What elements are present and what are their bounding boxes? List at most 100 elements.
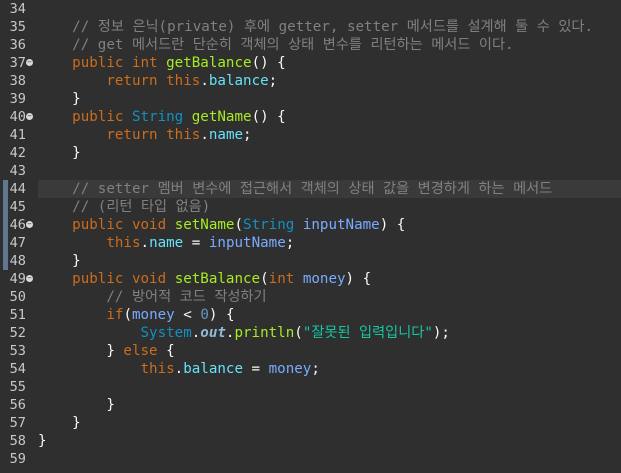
code-token: money: [268, 361, 312, 377]
code-line[interactable]: // 방어적 코드 작성하기: [38, 288, 621, 306]
code-line[interactable]: [38, 378, 621, 396]
code-line[interactable]: public String getName() {: [38, 108, 621, 126]
code-line[interactable]: }: [38, 144, 621, 162]
code-editor[interactable]: 34 35 36 37−38 39 40−41 42 43 44 45 46−47 48 49−50 51…: [0, 0, 621, 473]
code-token: if: [106, 307, 124, 323]
code-token: String: [131, 109, 184, 125]
line-number: 38: [9, 73, 26, 89]
code-token: }: [38, 91, 81, 107]
code-token: return: [106, 127, 158, 143]
gutter-line: 58: [0, 432, 38, 450]
code-token: balance: [183, 361, 244, 377]
line-number: 53: [9, 343, 26, 359]
gutter-line: 38: [0, 72, 38, 90]
code-token: (: [294, 325, 303, 341]
code-token: () {: [251, 55, 286, 71]
gutter-line: 53: [0, 342, 38, 360]
code-line[interactable]: // get 메서드란 단순히 객체의 상태 변수를 리턴하는 메서드 이다.: [38, 36, 621, 54]
code-line[interactable]: this.balance = money;: [38, 360, 621, 378]
fold-toggle-icon[interactable]: −: [26, 59, 33, 66]
code-line[interactable]: if(money < 0) {: [38, 306, 621, 324]
code-line[interactable]: }: [38, 90, 621, 108]
code-token: ) {: [379, 217, 406, 233]
gutter-line: 43: [0, 162, 38, 180]
line-number: 40: [9, 109, 26, 125]
code-token: (: [123, 307, 132, 323]
code-line[interactable]: }: [38, 432, 621, 450]
code-token: public: [72, 271, 124, 287]
gutter-line: 41: [0, 126, 38, 144]
fold-toggle-icon[interactable]: −: [26, 275, 33, 282]
code-token: }: [38, 433, 47, 449]
code-line[interactable]: public void setName(String inputName) {: [38, 216, 621, 234]
line-number-gutter: 34 35 36 37−38 39 40−41 42 43 44 45 46−47 48 49−50 51…: [0, 0, 38, 473]
code-token: // get 메서드란 단순히 객체의 상태 변수를 리턴하는 메서드 이다.: [72, 37, 514, 53]
code-token: public: [72, 55, 124, 71]
code-area[interactable]: // 정보 은닉(private) 후에 getter, setter 메서드를…: [38, 0, 621, 473]
code-token: .: [200, 73, 209, 89]
fold-toggle-icon[interactable]: −: [26, 221, 33, 228]
gutter-line: 57: [0, 414, 38, 432]
gutter-line: 49−: [0, 270, 38, 288]
code-token: // (리턴 타입 없음): [72, 199, 211, 215]
code-token: public: [72, 109, 124, 125]
line-number: 51: [9, 307, 26, 323]
code-token: =: [243, 361, 269, 377]
code-token: <: [174, 307, 201, 323]
code-line[interactable]: this.name = inputName;: [38, 234, 621, 252]
code-token: setName: [174, 217, 235, 233]
code-line[interactable]: System.out.println("잘못된 입력입니다");: [38, 324, 621, 342]
code-token: void: [131, 271, 167, 287]
code-line[interactable]: }: [38, 414, 621, 432]
code-line[interactable]: public void setBalance(int money) {: [38, 270, 621, 288]
code-line[interactable]: }: [38, 252, 621, 270]
line-number: 41: [9, 127, 26, 143]
code-token: =: [183, 235, 209, 251]
code-line[interactable]: } else {: [38, 342, 621, 360]
code-line[interactable]: [38, 162, 621, 180]
code-token: void: [131, 217, 167, 233]
code-token: 0: [200, 307, 209, 323]
line-number: 59: [9, 451, 26, 467]
code-line[interactable]: [38, 0, 621, 18]
code-line[interactable]: }: [38, 396, 621, 414]
code-line[interactable]: return this.name;: [38, 126, 621, 144]
code-token: .: [140, 235, 150, 251]
code-token: money: [131, 307, 175, 323]
code-token: }: [38, 415, 81, 431]
code-token: ;: [311, 361, 320, 377]
code-token: inputName: [302, 217, 380, 233]
line-number: 39: [9, 91, 26, 107]
code-token: setBalance: [174, 271, 261, 287]
code-line[interactable]: public int getBalance() {: [38, 54, 621, 72]
code-line[interactable]: [38, 450, 621, 468]
code-line[interactable]: // (리턴 타입 없음): [38, 198, 621, 216]
code-line-current[interactable]: // setter 멤버 변수에 접근해서 객체의 상태 값을 변경하게 하는 …: [38, 180, 621, 198]
code-token: int: [131, 55, 158, 71]
code-token: money: [302, 271, 346, 287]
code-line[interactable]: return this.balance;: [38, 72, 621, 90]
code-line[interactable]: // 정보 은닉(private) 후에 getter, setter 메서드를…: [38, 18, 621, 36]
code-token: "잘못된 입력입니다": [302, 325, 433, 341]
gutter-line: 56: [0, 396, 38, 414]
gutter-line: 35: [0, 18, 38, 36]
line-number: 36: [9, 37, 26, 53]
code-token: this: [140, 361, 175, 377]
fold-toggle-icon[interactable]: −: [26, 113, 33, 120]
gutter-line: 47: [0, 234, 38, 252]
line-number: 42: [9, 145, 26, 161]
line-number: 35: [9, 19, 26, 35]
